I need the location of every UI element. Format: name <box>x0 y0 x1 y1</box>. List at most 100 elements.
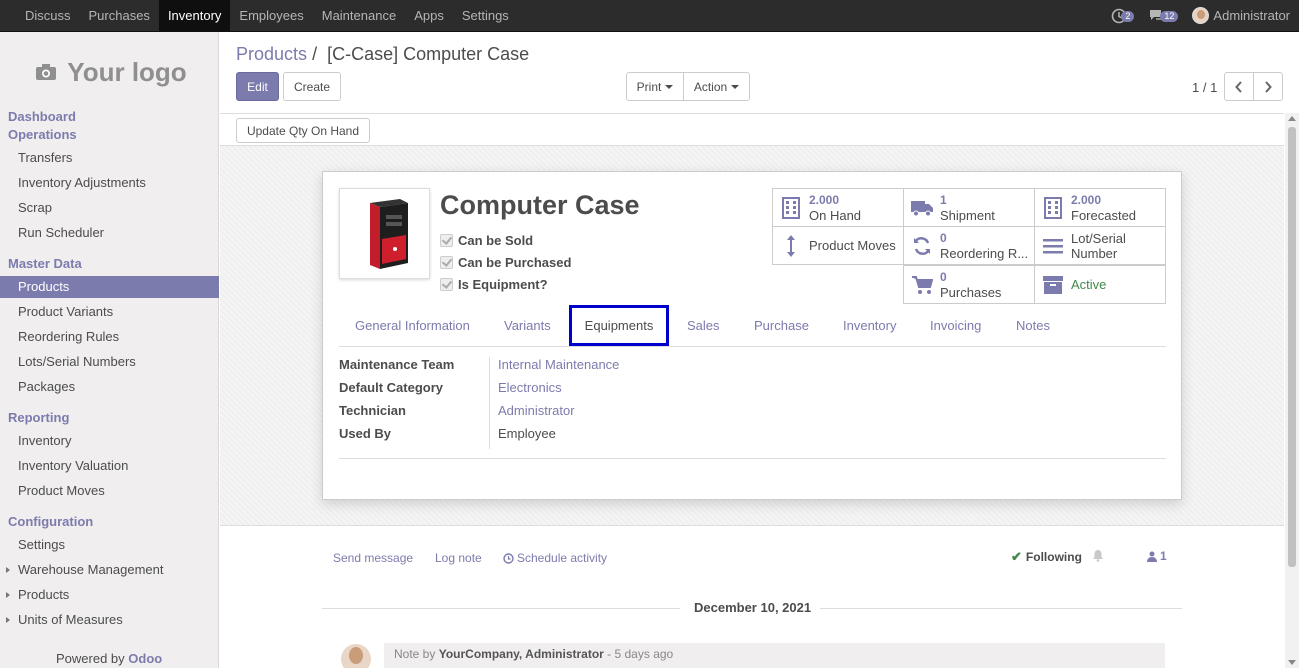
messages-button[interactable]: 12 <box>1148 8 1179 23</box>
schedule-activity-button[interactable]: Schedule activity <box>503 551 607 565</box>
sidebar-item-run-scheduler[interactable]: Run Scheduler <box>0 222 219 244</box>
archive-icon <box>1043 275 1063 294</box>
sidebar-item-settings[interactable]: Settings <box>0 534 219 556</box>
default-category-field[interactable]: Electronics <box>498 380 562 395</box>
menu-settings[interactable]: Settings <box>453 0 518 31</box>
sidebar-item-label: Warehouse Management <box>18 562 164 577</box>
activity-badge: 2 <box>1121 10 1135 22</box>
tab-general-information[interactable]: General Information <box>355 305 470 346</box>
on-hand-label: On Hand <box>809 207 862 223</box>
tab-notes[interactable]: Notes <box>1016 305 1050 346</box>
shipment-button[interactable]: 1 Shipment <box>903 188 1035 227</box>
tab-equipments[interactable]: Equipments <box>569 305 669 346</box>
tab-purchase[interactable]: Purchase <box>754 305 809 346</box>
reordering-value: 0 <box>940 230 947 245</box>
forecasted-button[interactable]: 2.000 Forecasted <box>1034 188 1166 227</box>
sidebar-operations[interactable]: Operations <box>8 127 77 142</box>
menu-discuss[interactable]: Discuss <box>0 0 80 31</box>
active-toggle-button[interactable]: Active <box>1034 265 1166 304</box>
chevron-right-icon <box>1265 80 1272 93</box>
action-dropdown[interactable]: Action <box>683 72 750 101</box>
action-label: Action <box>693 79 728 94</box>
sidebar-item-warehouse-management[interactable]: Warehouse Management <box>0 559 219 581</box>
maintenance-team-field[interactable]: Internal Maintenance <box>498 357 619 372</box>
sidebar-master-data[interactable]: Master Data <box>8 256 82 271</box>
vertical-arrows-icon <box>787 234 795 257</box>
note-prefix: Note by <box>394 647 436 661</box>
sidebar-configuration[interactable]: Configuration <box>8 514 93 529</box>
odoo-link[interactable]: Odoo <box>128 651 162 666</box>
breadcrumb-products[interactable]: Products <box>236 44 307 64</box>
product-moves-button[interactable]: Product Moves <box>772 226 904 265</box>
sidebar-item-scrap[interactable]: Scrap <box>0 197 219 219</box>
send-message-button[interactable]: Send message <box>333 551 413 565</box>
check-icon: ✔ <box>1011 549 1022 564</box>
sidebar-item-lots-serial[interactable]: Lots/Serial Numbers <box>0 351 219 373</box>
scrollbar[interactable] <box>1285 113 1299 668</box>
company-logo[interactable]: Your logo <box>21 48 201 96</box>
tab-sales[interactable]: Sales <box>687 305 720 346</box>
divider-line-right <box>820 608 1182 609</box>
divider-line-left <box>322 608 680 609</box>
sidebar-item-packages[interactable]: Packages <box>0 376 219 398</box>
tab-invoicing[interactable]: Invoicing <box>930 305 981 346</box>
caret-down-icon <box>731 84 740 89</box>
on-hand-button[interactable]: 2.000 On Hand <box>772 188 904 227</box>
author-avatar[interactable] <box>341 644 371 668</box>
pager-previous-button[interactable] <box>1224 72 1254 101</box>
building-icon <box>782 196 800 219</box>
caret-right-icon <box>6 617 10 623</box>
following-button[interactable]: ✔ Following <box>1011 549 1082 565</box>
technician-field[interactable]: Administrator <box>498 403 575 418</box>
sidebar-reporting[interactable]: Reporting <box>8 410 69 425</box>
activity-button[interactable]: 2 <box>1111 8 1135 24</box>
sidebar-item-inventory-adjustments[interactable]: Inventory Adjustments <box>0 172 219 194</box>
update-qty-button[interactable]: Update Qty On Hand <box>236 118 370 143</box>
chevron-left-icon <box>1235 80 1242 93</box>
date-separator: December 10, 2021 <box>322 600 1182 616</box>
product-image[interactable] <box>339 188 430 279</box>
followers-button[interactable]: 1 <box>1147 549 1167 563</box>
lot-serial-label-1: Lot/Serial <box>1071 230 1126 246</box>
user-avatar[interactable] <box>1192 7 1210 24</box>
sidebar-item-inventory-valuation[interactable]: Inventory Valuation <box>0 455 219 477</box>
menu-employees[interactable]: Employees <box>230 0 312 31</box>
lot-serial-button[interactable]: Lot/Serial Number <box>1034 226 1166 265</box>
purchases-value: 0 <box>940 269 947 284</box>
user-menu[interactable]: Administrator <box>1213 8 1290 23</box>
truck-icon <box>911 200 933 216</box>
purchases-button[interactable]: 0 Purchases <box>903 265 1035 304</box>
menu-maintenance[interactable]: Maintenance <box>313 0 405 31</box>
sidebar-item-products[interactable]: Products <box>0 276 219 298</box>
sidebar-item-transfers[interactable]: Transfers <box>0 147 219 169</box>
create-button[interactable]: Create <box>283 72 341 101</box>
pager-next-button[interactable] <box>1253 72 1283 101</box>
reordering-rules-button[interactable]: 0 Reordering R... <box>903 226 1035 265</box>
followers-count: 1 <box>1160 549 1167 563</box>
menu-inventory[interactable]: Inventory <box>158 0 231 31</box>
scroll-up-icon[interactable] <box>1288 116 1296 121</box>
menu-apps[interactable]: Apps <box>405 0 453 31</box>
print-label: Print <box>636 79 662 94</box>
scrollbar-thumb[interactable] <box>1288 127 1296 567</box>
scroll-down-icon[interactable] <box>1288 660 1296 665</box>
sidebar-item-reordering-rules[interactable]: Reordering Rules <box>0 326 219 348</box>
sidebar-item-product-moves[interactable]: Product Moves <box>0 480 219 502</box>
print-dropdown[interactable]: Print <box>626 72 684 101</box>
edit-button[interactable]: Edit <box>236 72 279 101</box>
note-author[interactable]: YourCompany, Administrator <box>439 647 604 661</box>
log-note-button[interactable]: Log note <box>435 551 482 565</box>
sidebar-dashboard[interactable]: Dashboard <box>8 109 76 124</box>
lot-serial-label-2: Number <box>1071 245 1118 261</box>
note-time: - 5 days ago <box>607 647 674 661</box>
tab-variants[interactable]: Variants <box>504 305 551 346</box>
sidebar-item-product-variants[interactable]: Product Variants <box>0 301 219 323</box>
sidebar-item-units-of-measures[interactable]: Units of Measures <box>0 609 219 631</box>
pager-value[interactable]: 1 / 1 <box>1192 80 1217 95</box>
sidebar-item-report-inventory[interactable]: Inventory <box>0 430 219 452</box>
top-navbar: Discuss Purchases Inventory Employees Ma… <box>0 0 1299 32</box>
tab-inventory[interactable]: Inventory <box>843 305 896 346</box>
bell-icon[interactable] <box>1092 549 1104 565</box>
menu-purchases[interactable]: Purchases <box>80 0 159 31</box>
sidebar-item-config-products[interactable]: Products <box>0 584 219 606</box>
